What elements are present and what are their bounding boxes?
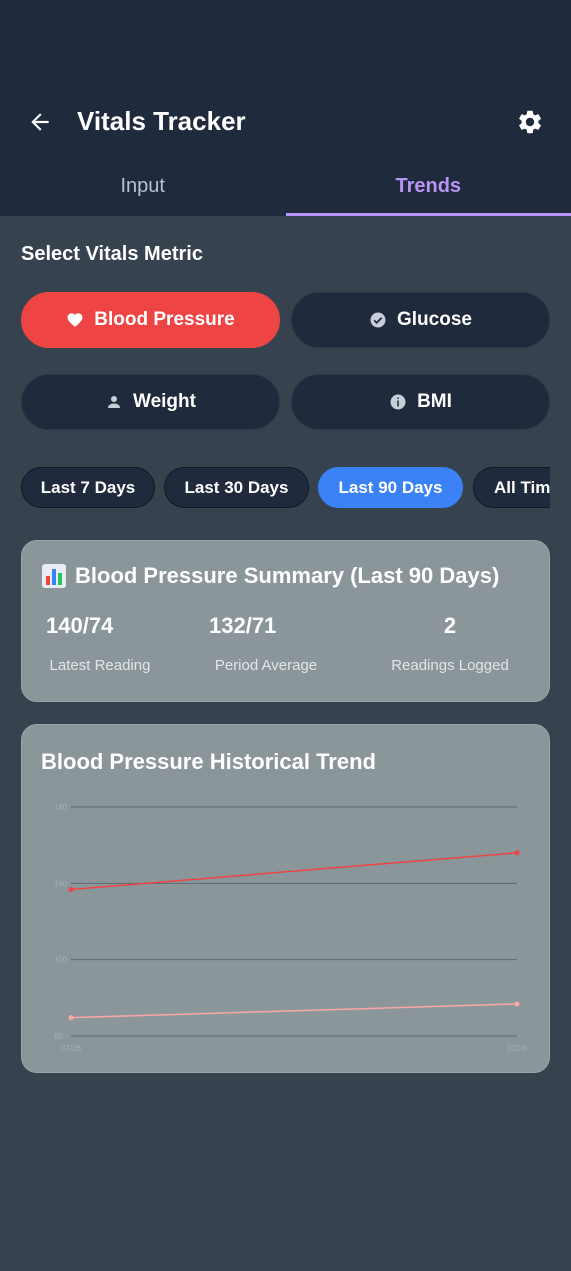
summary-card: Blood Pressure Summary (Last 90 Days) 14… (21, 540, 550, 702)
trend-chart: 80 100 140 180 07/26 07/28 (54, 803, 528, 1053)
summary-title-row: Blood Pressure Summary (Last 90 Days) (41, 563, 499, 589)
metric-weight-button[interactable]: Weight (21, 374, 280, 430)
metric-blood-pressure-button[interactable]: Blood Pressure (21, 292, 280, 348)
data-point (514, 1001, 520, 1007)
settings-button[interactable] (512, 104, 548, 140)
person-icon (105, 393, 123, 411)
stat-value: 132/71 (209, 613, 277, 638)
metric-glucose-button[interactable]: Glucose (291, 292, 550, 348)
stat-period-average: 132/71 Period Average (178, 613, 354, 674)
y-tick-label: 180 (54, 803, 68, 812)
data-point (514, 850, 520, 856)
series-line (70, 1003, 518, 1019)
stat-label: Period Average (214, 657, 318, 674)
trend-card: Blood Pressure Historical Trend 80 100 140… (21, 724, 550, 1073)
top-bar: Vitals Tracker Input Trends (0, 0, 571, 216)
heart-icon (66, 311, 84, 329)
gear-icon (519, 110, 541, 134)
x-tick-label: 07/28 (507, 1044, 528, 1053)
arrow-left-icon (31, 113, 49, 131)
tab-bar: Input Trends (0, 160, 571, 216)
stat-value: 140/74 (46, 613, 114, 638)
range-last-90-days[interactable]: Last 90 Days (318, 467, 463, 508)
tab-trends[interactable]: Trends (285, 160, 571, 216)
range-last-7-days[interactable]: Last 7 Days (21, 467, 155, 508)
stat-label: Readings Logged (391, 657, 509, 674)
stat-readings-logged: 2 Readings Logged (365, 613, 535, 674)
tab-input[interactable]: Input (0, 160, 286, 216)
x-tick-label: 07/26 (61, 1044, 82, 1053)
stat-label: Latest Reading (49, 657, 151, 674)
metric-label: Blood Pressure (94, 309, 235, 330)
info-icon (389, 393, 407, 411)
summary-title: Blood Pressure Summary (Last 90 Days) (75, 563, 500, 588)
range-last-30-days[interactable]: Last 30 Days (164, 467, 309, 508)
app-title: Vitals Tracker (77, 106, 246, 136)
y-tick-label: 140 (54, 879, 68, 888)
range-all-time[interactable]: All Time (473, 467, 550, 508)
y-tick-label: 100 (54, 956, 68, 965)
series-line (70, 852, 518, 891)
date-range-selector: Last 7 Days Last 30 Days Last 90 Days Al… (21, 467, 550, 509)
app-bar: Vitals Tracker (0, 92, 571, 150)
check-circle-icon (369, 311, 387, 329)
metric-label: Glucose (397, 309, 472, 330)
data-point (68, 1015, 74, 1021)
stat-latest-reading: 140/74 Latest Reading (0, 613, 169, 674)
bar-chart-icon (42, 564, 66, 588)
stat-value: 2 (443, 613, 457, 638)
back-button[interactable] (22, 104, 58, 140)
section-title: Select Vitals Metric (21, 243, 203, 265)
data-point (68, 886, 74, 892)
metric-label: BMI (417, 391, 452, 412)
y-tick-label: 80 (54, 1032, 63, 1041)
metric-bmi-button[interactable]: BMI (291, 374, 550, 430)
metric-label: Weight (133, 391, 196, 412)
